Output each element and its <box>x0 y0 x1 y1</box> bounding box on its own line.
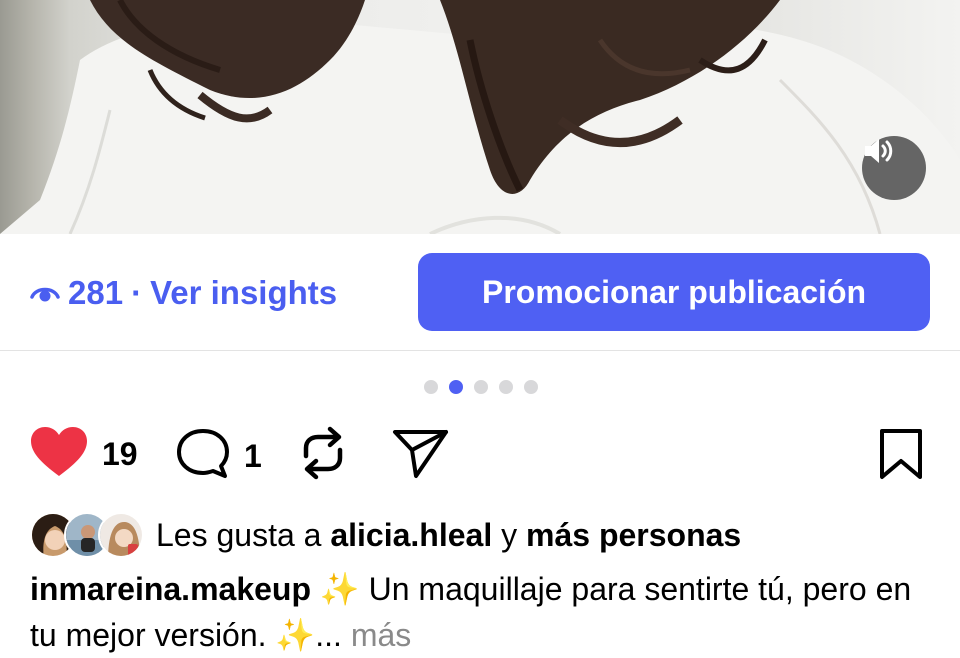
volume-button[interactable] <box>862 136 926 200</box>
like-button[interactable]: 19 <box>30 426 138 483</box>
liked-by-prefix: Les gusta a <box>156 516 322 553</box>
comment-button[interactable]: 1 <box>176 428 262 485</box>
carousel-dot <box>499 380 513 394</box>
post-photo <box>0 0 960 234</box>
save-button[interactable] <box>878 428 924 485</box>
repost-icon <box>298 426 348 485</box>
bookmark-icon <box>878 428 924 485</box>
post-caption: inmareina.makeup ✨ Un maquillaje para se… <box>30 566 940 658</box>
heart-icon <box>30 426 88 483</box>
views-count: 281 <box>68 274 124 311</box>
liked-by-others[interactable]: más personas <box>526 517 741 554</box>
carousel-dot <box>474 380 488 394</box>
caption-username[interactable]: inmareina.makeup <box>30 571 311 607</box>
caption-ellipsis: ... <box>315 617 342 653</box>
caption-more-link[interactable]: más <box>351 617 411 653</box>
send-icon <box>392 428 450 485</box>
liked-by-user[interactable]: alicia.hleal <box>330 517 492 554</box>
likes-count: 19 <box>102 436 138 472</box>
insights-label: Ver insights <box>150 274 338 311</box>
eye-icon <box>30 281 60 305</box>
sparkle-emoji: ✨ <box>319 571 360 607</box>
promote-post-button[interactable]: Promocionar publicación <box>418 253 930 331</box>
carousel-dot <box>524 380 538 394</box>
share-button[interactable] <box>392 428 450 485</box>
repost-button[interactable] <box>298 426 348 485</box>
post-media[interactable] <box>0 0 960 234</box>
sparkle-emoji: ✨ <box>275 617 316 653</box>
comments-count: 1 <box>244 438 262 474</box>
comment-icon <box>176 428 230 485</box>
liked-by-connector: y <box>501 516 518 553</box>
view-insights-link[interactable]: 281 · Ver insights <box>30 270 337 316</box>
liker-avatars <box>30 512 144 558</box>
carousel-dot <box>449 380 463 394</box>
carousel-dot <box>424 380 438 394</box>
separator: · <box>131 274 143 311</box>
liked-by-row[interactable]: Les gusta a alicia.hleal y más personas <box>30 512 950 558</box>
avatar <box>98 512 144 558</box>
carousel-indicator <box>424 380 538 394</box>
